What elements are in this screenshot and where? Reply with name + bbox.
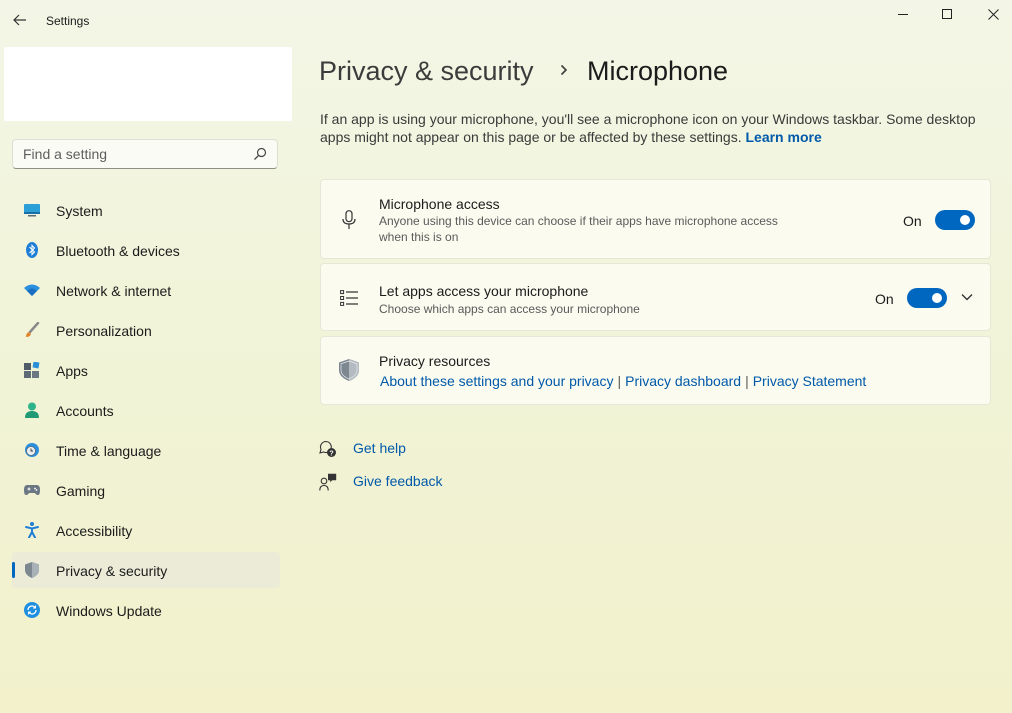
maximize-icon [942, 9, 952, 19]
privacy-resources-links: About these settings and your privacy | Pr… [380, 373, 866, 391]
microphone-icon [339, 210, 359, 230]
chevron-down-icon[interactable] [961, 293, 973, 301]
sidebar-item-network[interactable]: Network & internet [12, 272, 280, 308]
sidebar-item-system[interactable]: System [12, 192, 280, 228]
get-help-icon: ? [319, 440, 337, 458]
accessibility-icon [24, 522, 40, 538]
search-input[interactable] [23, 146, 243, 162]
account-profile-card[interactable] [4, 47, 292, 121]
sidebar-item-personalization[interactable]: Personalization [12, 312, 280, 348]
sidebar-item-accounts[interactable]: Accounts [12, 392, 280, 428]
system-icon [24, 202, 40, 218]
person-icon [24, 402, 40, 418]
sidebar-item-label: System [56, 203, 103, 219]
sidebar-item-label: Network & internet [56, 283, 172, 299]
sidebar-item-label: Windows Update [56, 603, 162, 619]
brush-icon [24, 322, 40, 338]
let-apps-title: Let apps access your microphone [379, 283, 589, 299]
breadcrumb-parent[interactable]: Privacy & security [319, 56, 534, 87]
title-bar: Settings [0, 0, 1012, 40]
microphone-access-state: On [903, 213, 922, 229]
toggle-knob [932, 293, 942, 303]
about-settings-privacy-link[interactable]: About these settings and your privacy [380, 373, 613, 389]
sidebar-nav: System Bluetooth & devices Network & int… [12, 192, 280, 632]
microphone-access-toggle[interactable] [935, 210, 975, 230]
sidebar-item-label: Personalization [56, 323, 152, 339]
maximize-button[interactable] [924, 0, 970, 28]
apps-icon [24, 362, 40, 378]
sidebar-item-gaming[interactable]: Gaming [12, 472, 280, 508]
toggle-knob [960, 215, 970, 225]
sidebar-item-bluetooth[interactable]: Bluetooth & devices [12, 232, 280, 268]
app-title: Settings [46, 14, 90, 28]
let-apps-toggle[interactable] [907, 288, 947, 308]
page-description: If an app is using your microphone, you'… [320, 110, 990, 146]
get-help-row[interactable]: ? Get help [319, 439, 406, 459]
wifi-icon [24, 282, 40, 298]
globe-clock-icon [24, 442, 40, 458]
back-button[interactable] [10, 10, 30, 30]
microphone-access-title: Microphone access [379, 196, 500, 212]
give-feedback-row[interactable]: Give feedback [319, 472, 443, 492]
active-indicator [12, 562, 15, 578]
minimize-button[interactable] [880, 0, 926, 28]
update-icon [24, 602, 40, 618]
microphone-access-card: Microphone access Anyone using this devi… [320, 179, 991, 259]
sidebar-item-label: Gaming [56, 483, 106, 499]
privacy-resources-title: Privacy resources [379, 353, 491, 369]
link-separator: | [745, 373, 749, 389]
link-separator: | [617, 373, 622, 389]
app-list-icon [339, 288, 359, 308]
microphone-access-subtitle: Anyone using this device can choose if t… [379, 214, 778, 244]
chevron-right-icon [560, 64, 568, 76]
privacy-dashboard-link[interactable]: Privacy dashboard [625, 373, 741, 389]
sidebar-item-apps[interactable]: Apps [12, 352, 280, 388]
bluetooth-icon [24, 242, 40, 258]
sidebar-item-label: Privacy & security [56, 563, 168, 579]
let-apps-subtitle: Choose which apps can access your microp… [379, 302, 640, 316]
privacy-statement-link[interactable]: Privacy Statement [753, 373, 867, 389]
sidebar-item-windows-update[interactable]: Windows Update [12, 592, 280, 628]
sidebar-item-accessibility[interactable]: Accessibility [12, 512, 280, 548]
let-apps-state: On [875, 291, 894, 307]
description-text: If an app is using your microphone, you'… [320, 111, 976, 145]
minimize-icon [898, 14, 908, 15]
sidebar-item-label: Time & language [56, 443, 162, 459]
sidebar-item-label: Bluetooth & devices [56, 243, 180, 259]
back-arrow-icon [13, 14, 26, 26]
privacy-resources-card: Privacy resources About these settings a… [320, 336, 991, 405]
shield-icon [339, 359, 359, 381]
let-apps-access-card[interactable]: Let apps access your microphone Choose w… [320, 263, 991, 331]
sidebar-item-label: Accessibility [56, 523, 133, 539]
close-button[interactable] [970, 0, 1012, 28]
sidebar-item-privacy-security[interactable]: Privacy & security [12, 552, 280, 588]
svg-text:?: ? [329, 450, 333, 457]
sidebar-item-time-language[interactable]: Time & language [12, 432, 280, 468]
search-box[interactable] [12, 139, 278, 169]
give-feedback-icon [319, 473, 337, 491]
get-help-link[interactable]: Get help [353, 440, 406, 456]
close-icon [987, 8, 999, 20]
shield-icon [24, 562, 40, 578]
give-feedback-link[interactable]: Give feedback [353, 473, 443, 489]
sidebar-item-label: Apps [56, 363, 88, 379]
gamepad-icon [24, 482, 40, 498]
sidebar-item-label: Accounts [56, 403, 114, 419]
search-icon[interactable] [253, 147, 267, 161]
page-title: Microphone [587, 56, 729, 86]
learn-more-link[interactable]: Learn more [745, 129, 821, 145]
